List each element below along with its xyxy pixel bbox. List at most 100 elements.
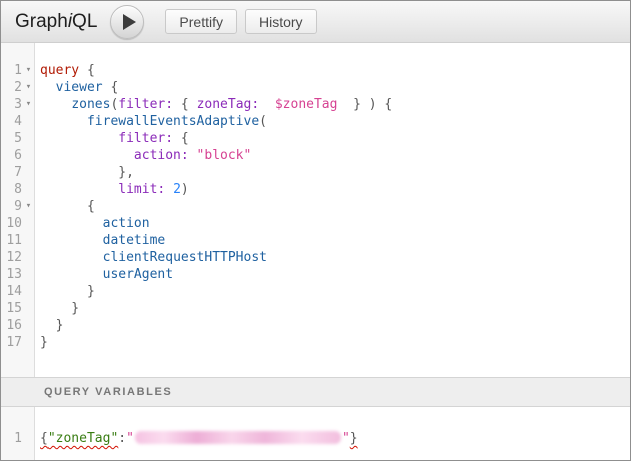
line-number: 17 <box>1 334 23 351</box>
code-line: } <box>40 317 630 334</box>
token-keyword: query <box>40 63 79 78</box>
token-punctuation <box>40 216 103 231</box>
code-line: zones(filter: { zoneTag: $zoneTag } ) { <box>40 96 630 113</box>
token-punctuation: ) <box>181 182 189 197</box>
token-punctuation <box>40 233 103 248</box>
token-punctuation <box>40 97 71 112</box>
token-json_key: "zoneTag" <box>48 431 118 446</box>
token-attribute: zoneTag: <box>197 97 260 112</box>
token-attribute: filter: <box>118 131 173 146</box>
fold-arrow-icon[interactable]: ▾ <box>23 62 34 79</box>
fold-arrow-icon[interactable]: ▾ <box>23 198 34 215</box>
variables-gutter: 1 <box>1 407 35 460</box>
token-property: viewer <box>56 80 103 95</box>
token-punctuation <box>40 131 118 146</box>
execute-button[interactable] <box>110 5 144 39</box>
gutter-row: 1▾ <box>1 62 34 79</box>
line-number: 9 <box>1 198 23 215</box>
token-attribute: filter: <box>118 97 173 112</box>
code-line: firewallEventsAdaptive( <box>40 113 630 130</box>
code-line: action: "block" <box>40 147 630 164</box>
toolbar: GraphiQL Prettify History <box>1 1 630 43</box>
query-code[interactable]: query { viewer { zones(filter: { zoneTag… <box>35 43 630 377</box>
line-number: 5 <box>1 130 23 147</box>
variables-code[interactable]: {"zoneTag":""} <box>35 407 630 460</box>
line-number: 1 <box>1 430 23 447</box>
code-line: } <box>40 283 630 300</box>
code-line: limit: 2) <box>40 181 630 198</box>
token-punctuation: { <box>103 80 119 95</box>
line-number: 16 <box>1 317 23 334</box>
code-line: } <box>40 334 630 351</box>
logo-text-post: QL <box>72 11 97 32</box>
line-number: 2 <box>1 79 23 96</box>
query-gutter-rows: 1▾2▾3▾456789▾1011121314151617 <box>1 43 34 351</box>
token-punctuation <box>165 182 173 197</box>
token-punctuation <box>40 250 103 265</box>
token-number: 2 <box>173 182 181 197</box>
token-punctuation <box>40 182 118 197</box>
line-number: 6 <box>1 147 23 164</box>
token-punctuation <box>40 114 87 129</box>
token-punctuation: { <box>173 131 189 146</box>
gutter-row: 14 <box>1 283 34 300</box>
token-punctuation: } ) { <box>337 97 392 112</box>
variables-title: QUERY VARIABLES <box>44 386 172 398</box>
token-punctuation <box>40 148 134 163</box>
line-number: 13 <box>1 266 23 283</box>
line-number: 15 <box>1 300 23 317</box>
code-line: datetime <box>40 232 630 249</box>
gutter-row: 7 <box>1 164 34 181</box>
token-property: clientRequestHTTPHost <box>103 250 267 265</box>
token-punctuation: ( <box>259 114 267 129</box>
code-line: } <box>40 300 630 317</box>
gutter-row: 10 <box>1 215 34 232</box>
line-number: 12 <box>1 249 23 266</box>
gutter-row: 1 <box>1 430 34 447</box>
token-punctuation: } <box>40 335 48 350</box>
token-property: datetime <box>103 233 166 248</box>
token-punctuation: } <box>40 284 95 299</box>
query-gutter: 1▾2▾3▾456789▾1011121314151617 <box>1 43 35 377</box>
gutter-row: 3▾ <box>1 96 34 113</box>
graphiql-logo: GraphiQL <box>15 11 97 33</box>
gutter-row: 12 <box>1 249 34 266</box>
token-punctuation: }, <box>40 165 134 180</box>
token-string: "block" <box>197 148 252 163</box>
line-number: 7 <box>1 164 23 181</box>
fold-arrow-icon[interactable]: ▾ <box>23 96 34 113</box>
token-punctuation: { <box>173 97 196 112</box>
history-button[interactable]: History <box>245 9 317 34</box>
token-punctuation: { <box>79 63 95 78</box>
play-icon <box>123 14 136 30</box>
token-punctuation: } <box>350 431 358 446</box>
token-property: userAgent <box>103 267 173 282</box>
token-string: " <box>126 431 134 446</box>
line-number: 10 <box>1 215 23 232</box>
graphiql-container: GraphiQL Prettify History 1▾2▾3▾456789▾1… <box>0 0 631 461</box>
token-variable: $zoneTag <box>275 97 338 112</box>
token-punctuation: : <box>118 431 126 446</box>
prettify-button[interactable]: Prettify <box>165 9 237 34</box>
token-attribute: action: <box>134 148 189 163</box>
code-line: }, <box>40 164 630 181</box>
line-number: 14 <box>1 283 23 300</box>
line-number: 8 <box>1 181 23 198</box>
gutter-row: 9▾ <box>1 198 34 215</box>
logo-text-pre: Graph <box>15 11 68 32</box>
variables-header[interactable]: QUERY VARIABLES <box>1 377 630 407</box>
variables-editor: 1 {"zoneTag":""} <box>1 407 630 460</box>
code-line: clientRequestHTTPHost <box>40 249 630 266</box>
line-number: 1 <box>1 62 23 79</box>
token-punctuation <box>189 148 197 163</box>
gutter-row: 2▾ <box>1 79 34 96</box>
code-line: filter: { <box>40 130 630 147</box>
gutter-row: 8 <box>1 181 34 198</box>
token-property: firewallEventsAdaptive <box>87 114 259 129</box>
gutter-row: 4 <box>1 113 34 130</box>
gutter-row: 16 <box>1 317 34 334</box>
fold-arrow-icon[interactable]: ▾ <box>23 79 34 96</box>
code-line: {"zoneTag":""} <box>40 430 630 447</box>
token-punctuation <box>40 267 103 282</box>
gutter-row: 11 <box>1 232 34 249</box>
